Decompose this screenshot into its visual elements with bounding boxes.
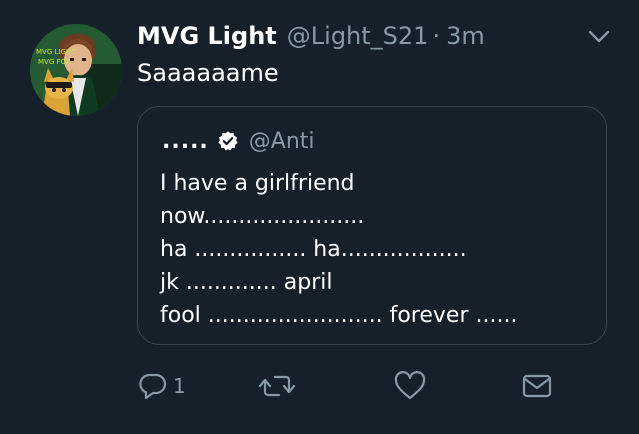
quoted-user-handle: @Anti (248, 128, 315, 154)
reply-button[interactable]: 1 (137, 369, 186, 403)
chevron-down-icon[interactable] (587, 26, 611, 46)
quoted-tweet-text: I have a girlfriend now.................… (160, 171, 518, 328)
avatar-text-2: MVG FOX (38, 58, 71, 66)
quoted-display-name: ..... (162, 128, 209, 154)
tweet-actions: 1 (137, 369, 557, 403)
display-name[interactable]: MVG Light (137, 19, 277, 53)
retweet-button[interactable] (257, 369, 297, 403)
like-button[interactable] (393, 369, 427, 403)
tweet-header: MVG Light @Light_S21 · 3m (137, 19, 485, 53)
user-handle[interactable]: @Light_S21 (287, 19, 429, 53)
tweet-text: Saaaaaame (137, 59, 279, 87)
quoted-tweet[interactable]: ..... @Anti I have a girlfriend now.....… (137, 106, 607, 345)
reply-count: 1 (173, 374, 186, 398)
verified-badge-icon (218, 131, 238, 151)
reply-icon (139, 373, 167, 400)
timestamp[interactable]: 3m (446, 19, 485, 53)
like-icon (394, 371, 426, 400)
avatar[interactable]: MVG LIGHT MVG FOX (30, 24, 122, 116)
avatar-image: MVG LIGHT MVG FOX (30, 24, 122, 116)
separator-dot: · (432, 22, 441, 50)
message-button[interactable] (521, 369, 553, 403)
quoted-tweet-header: ..... @Anti (162, 125, 315, 157)
tweet[interactable]: MVG LIGHT MVG FOX MVG Light @Light_S21 ·… (0, 0, 639, 434)
retweet-icon (258, 375, 296, 397)
avatar-text-1: MVG LIGHT (36, 48, 76, 56)
message-icon (522, 374, 552, 398)
